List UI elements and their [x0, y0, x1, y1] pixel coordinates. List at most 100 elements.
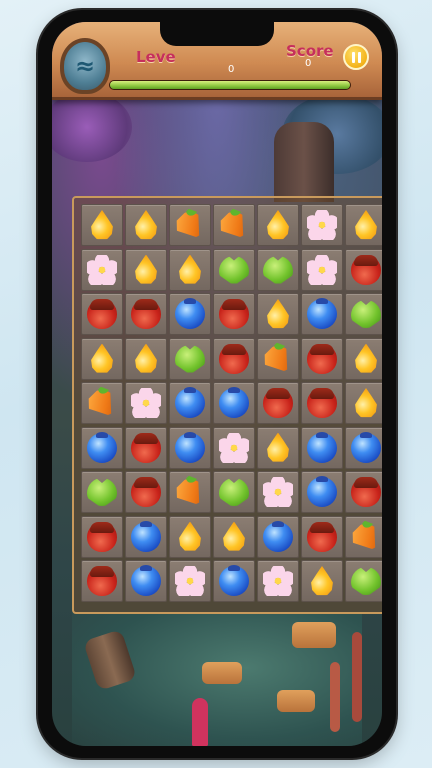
level-label: Leve [136, 48, 176, 66]
stepping-stone [292, 622, 336, 648]
flower-icon [131, 388, 161, 418]
board-tile[interactable] [345, 382, 382, 424]
board-tile[interactable] [301, 248, 343, 291]
pause-button[interactable] [343, 44, 369, 70]
drop-icon [135, 210, 157, 240]
board-tile[interactable] [125, 426, 167, 469]
board-tile[interactable] [345, 204, 382, 246]
flower-icon [219, 432, 249, 463]
acorn-icon [87, 299, 117, 329]
board-tile[interactable] [345, 337, 382, 380]
board-tile[interactable] [257, 293, 299, 335]
carrot-icon [171, 473, 210, 512]
board-tile[interactable] [345, 560, 382, 602]
acorn-icon [263, 388, 293, 418]
board-tile[interactable] [125, 337, 167, 380]
board-tile[interactable] [81, 337, 123, 380]
board-tile[interactable] [213, 560, 255, 602]
board-tile[interactable] [125, 382, 167, 424]
acorn-icon [87, 566, 117, 596]
board-tile[interactable] [169, 204, 211, 246]
board-tile[interactable] [257, 382, 299, 424]
board-tile[interactable] [81, 382, 123, 424]
acorn-icon [87, 521, 117, 552]
acorn-icon [351, 477, 381, 507]
leaf-icon [263, 255, 293, 284]
board-tile[interactable] [213, 337, 255, 380]
board-tile[interactable] [301, 204, 343, 246]
acorn-icon [219, 299, 249, 329]
background-tree [52, 92, 132, 162]
board-tile[interactable] [169, 426, 211, 469]
board-tile[interactable] [81, 471, 123, 513]
board-tile[interactable] [257, 204, 299, 246]
board-tile[interactable] [213, 471, 255, 513]
carrot-icon [171, 206, 210, 245]
drop-icon [267, 432, 289, 462]
board-tile[interactable] [169, 560, 211, 602]
carrot-icon [347, 517, 382, 556]
board-tile[interactable] [213, 426, 255, 469]
board-tile[interactable] [81, 293, 123, 335]
flower-icon [307, 254, 337, 285]
game-screen: ≈ Leve 0 Score 0 [52, 22, 382, 746]
score-value: 0 [305, 58, 312, 69]
board-tile[interactable] [169, 337, 211, 380]
carrot-icon [83, 384, 122, 423]
board-tile[interactable] [213, 293, 255, 335]
board-tile[interactable] [125, 293, 167, 335]
board-tile[interactable] [257, 560, 299, 602]
board-tile[interactable] [301, 426, 343, 469]
board-tile[interactable] [301, 560, 343, 602]
board-tile[interactable] [257, 515, 299, 558]
board-tile[interactable] [213, 515, 255, 558]
board-tile[interactable] [301, 515, 343, 558]
board-tile[interactable] [257, 337, 299, 380]
board-tile[interactable] [125, 471, 167, 513]
acorn-icon [307, 388, 337, 418]
acorn-icon [131, 432, 161, 463]
berry-icon [175, 298, 205, 329]
flower-icon [263, 477, 293, 507]
board-tile[interactable] [169, 248, 211, 291]
board-tile[interactable] [257, 471, 299, 513]
board-tile[interactable] [125, 560, 167, 602]
stepping-stone [202, 662, 242, 684]
board-tile[interactable] [169, 515, 211, 558]
board-tile[interactable] [345, 471, 382, 513]
board-tile[interactable] [345, 426, 382, 469]
board-tile[interactable] [257, 248, 299, 291]
acorn-icon [219, 343, 249, 374]
board-tile[interactable] [125, 248, 167, 291]
leaf-icon [175, 344, 205, 373]
board-tile[interactable] [213, 382, 255, 424]
board-tile[interactable] [301, 293, 343, 335]
level-emblem: ≈ [60, 38, 110, 94]
drop-icon [179, 254, 201, 284]
board-tile[interactable] [345, 248, 382, 291]
board-tile[interactable] [169, 293, 211, 335]
board-tile[interactable] [345, 293, 382, 335]
drop-icon [355, 210, 377, 240]
berry-icon [219, 387, 249, 418]
board-tile[interactable] [213, 248, 255, 291]
board-tile[interactable] [345, 515, 382, 558]
drop-icon [135, 254, 157, 284]
board-tile[interactable] [125, 515, 167, 558]
leaf-icon [351, 300, 381, 328]
board-tile[interactable] [301, 471, 343, 513]
board-tile[interactable] [81, 426, 123, 469]
board-tile[interactable] [301, 337, 343, 380]
board-tile[interactable] [169, 382, 211, 424]
board-tile[interactable] [81, 248, 123, 291]
acorn-icon [307, 343, 337, 374]
flower-icon [263, 566, 293, 596]
board-tile[interactable] [81, 560, 123, 602]
board-tile[interactable] [125, 204, 167, 246]
board-tile[interactable] [81, 515, 123, 558]
board-tile[interactable] [169, 471, 211, 513]
board-tile[interactable] [213, 204, 255, 246]
board-tile[interactable] [301, 382, 343, 424]
board-tile[interactable] [81, 204, 123, 246]
board-tile[interactable] [257, 426, 299, 469]
